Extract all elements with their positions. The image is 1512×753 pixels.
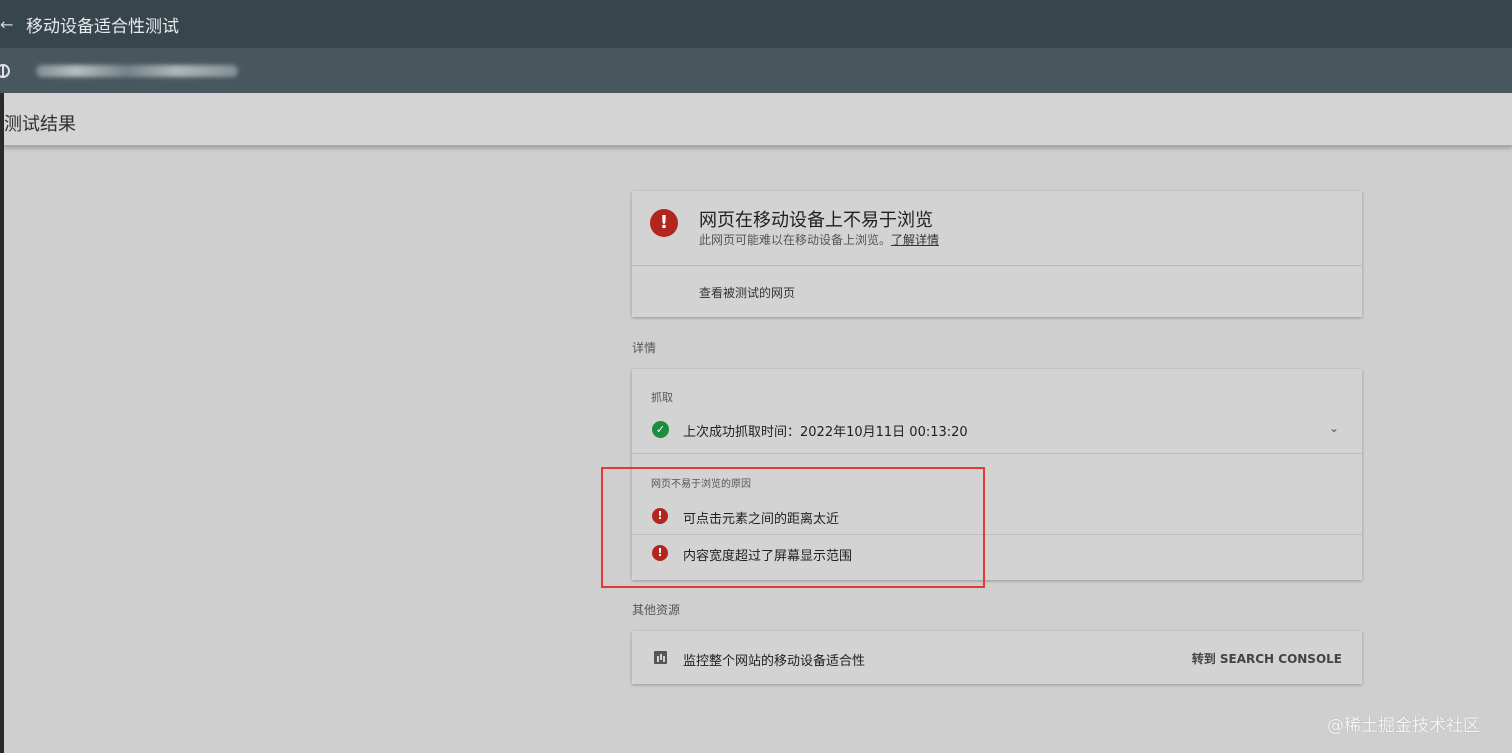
blurred-url[interactable] (36, 64, 238, 77)
summary-top: ! 网页在移动设备上不易于浏览 此网页可能难以在移动设备上浏览。了解详情 (632, 191, 1362, 266)
resource-item: 监控整个网站的移动设备适合性 (683, 654, 866, 669)
error-icon: ! (652, 508, 668, 524)
top-app-bar: ← 移动设备适合性测试 (0, 0, 1512, 48)
details-section-label: 详情 (632, 341, 657, 355)
error-icon: ! (652, 545, 668, 561)
learn-more-link[interactable]: 了解详情 (891, 233, 939, 247)
chevron-down-icon[interactable]: ⌄ (1329, 421, 1339, 435)
issue-item: 内容宽度超过了屏幕显示范围 (683, 549, 853, 564)
globe-icon (0, 63, 10, 78)
error-icon: ! (650, 209, 678, 237)
search-console-link[interactable]: 转到 SEARCH CONSOLE (1192, 650, 1342, 667)
view-tested-page-link[interactable]: 查看被测试的网页 (699, 284, 795, 301)
summary-description: 此网页可能难以在移动设备上浏览。 (699, 233, 892, 247)
back-arrow-icon[interactable]: ← (0, 15, 14, 34)
left-edge-strip (0, 93, 4, 753)
details-card: 抓取 ✓ 上次成功抓取时间：2022年10月11日 00:13:20 ⌄ 网页不… (632, 369, 1362, 580)
resources-card: 监控整个网站的移动设备适合性 转到 SEARCH CONSOLE (632, 631, 1362, 684)
fetch-label: 抓取 (651, 391, 673, 404)
app-title: 移动设备适合性测试 (26, 16, 179, 37)
page-header: 测试结果 (4, 93, 1512, 147)
page-title: 测试结果 (4, 114, 76, 135)
fetch-status: 上次成功抓取时间：2022年10月11日 00:13:20 (683, 425, 968, 440)
url-bar (0, 48, 1512, 93)
details-divider (632, 453, 1362, 454)
resources-section-label: 其他资源 (632, 603, 681, 617)
issue-item: 可点击元素之间的距离太近 (683, 512, 840, 527)
issues-label: 网页不易于浏览的原因 (651, 479, 751, 490)
summary-title: 网页在移动设备上不易于浏览 (699, 210, 933, 231)
bar-chart-icon (654, 651, 667, 664)
summary-card: ! 网页在移动设备上不易于浏览 此网页可能难以在移动设备上浏览。了解详情 查看被… (632, 191, 1362, 317)
summary-subtitle: 此网页可能难以在移动设备上浏览。了解详情 (699, 231, 939, 248)
check-icon: ✓ (652, 421, 669, 438)
issue-divider (632, 534, 1362, 535)
watermark: @稀土掘金技术社区 (1327, 716, 1480, 736)
